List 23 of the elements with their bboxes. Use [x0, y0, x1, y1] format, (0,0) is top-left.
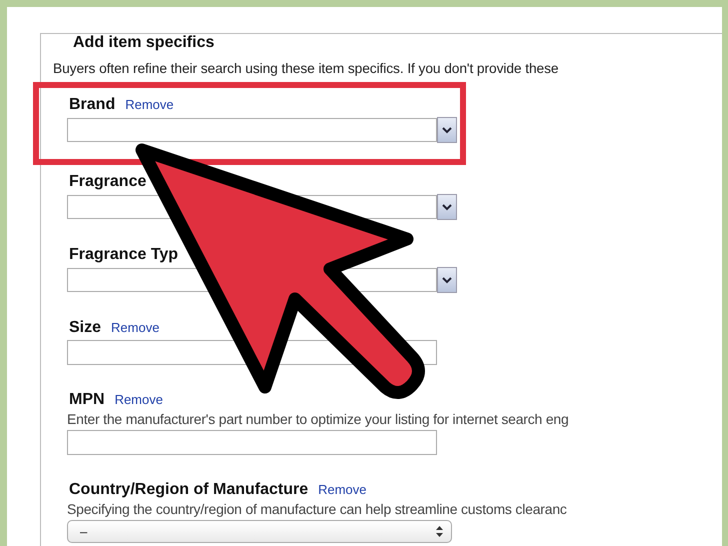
chevron-down-icon: [442, 126, 452, 134]
remove-link[interactable]: Remove: [125, 97, 174, 112]
field-description: Specifying the country/region of manufacture can help streamline customs clearanc: [67, 501, 568, 517]
field-label: MPN: [69, 391, 105, 409]
field-label: Brand: [69, 96, 116, 114]
dropdown-button[interactable]: [437, 117, 457, 143]
text-field[interactable]: [67, 430, 437, 455]
field-label: Size: [69, 319, 102, 337]
select-dropdown[interactable]: –: [67, 520, 452, 543]
dropdown-button[interactable]: [437, 194, 457, 220]
remove-link[interactable]: Remove: [111, 320, 160, 335]
remove-link[interactable]: Remove: [114, 392, 163, 407]
dropdown-field[interactable]: [67, 118, 437, 142]
field-label: Fragrance Typ: [69, 246, 178, 264]
field-label: Fragrance: [69, 173, 146, 191]
dropdown-button[interactable]: [437, 267, 457, 293]
chevron-down-icon: [442, 204, 452, 210]
up-down-arrows-icon: [436, 526, 443, 537]
chevron-down-icon: [442, 276, 452, 284]
intro-text: Buyers often refine their search using these item specifics. If you don't provide these: [53, 61, 560, 76]
remove-link[interactable]: Remove: [318, 482, 367, 497]
field-description: Enter the manufacturer's part number to optimize your listing for internet search eng: [67, 411, 570, 427]
field-label: Country/Region of Manufacture: [69, 481, 308, 499]
